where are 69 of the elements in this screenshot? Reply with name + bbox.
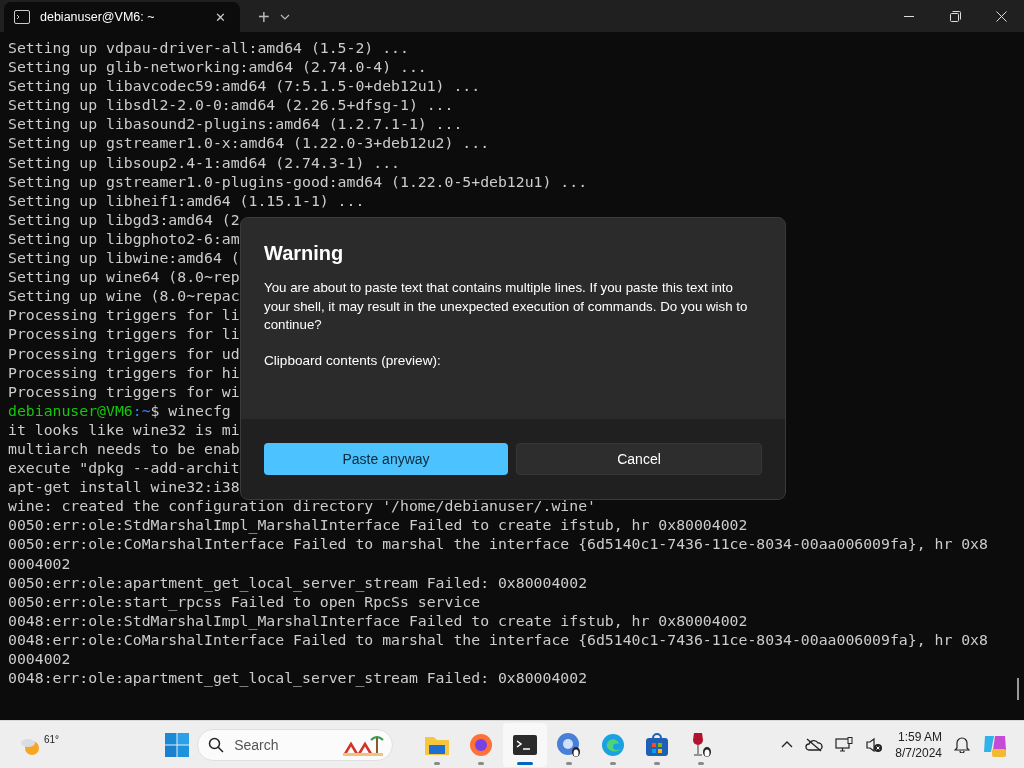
time-text: 1:59 AM <box>897 728 942 745</box>
terminal-line: Setting up wine (8.0~repac <box>8 286 240 306</box>
cloud-off-icon[interactable] <box>805 737 824 752</box>
wine-glass-icon <box>690 731 713 758</box>
scrollbar-thumb[interactable] <box>1017 678 1019 700</box>
terminal-line: 0050:err:ole:CoMarshalInterface Failed to marshal the interface {6d5140c1-7436-11ce-8034-00aa006009fa}, hr 0x8 <box>8 534 988 554</box>
terminal-line: Setting up libsoup2.4-1:amd64 (2.74.3-1) ... <box>8 152 400 172</box>
clock[interactable]: 1:59 AM 8/7/2024 <box>895 728 942 761</box>
search-field[interactable]: Search <box>197 728 394 761</box>
terminal-line: 0050:err:ole:StdMarshalImpl_MarshalInterface Failed to create ifstub, hr 0x80004002 <box>8 515 748 535</box>
close-icon[interactable] <box>995 10 1007 22</box>
terminal-line: 0048:err:ole:CoMarshalInterface Failed to marshal the interface {6d5140c1-7436-11ce-8034-00aa006009fa}, hr 0x8 <box>8 630 988 649</box>
minimize-icon[interactable] <box>904 15 914 17</box>
terminal-icon <box>14 10 30 24</box>
terminal-line: Setting up gstreamer1.0-plugins-good:amd64 (1.22.0-5+deb12u1) ... <box>8 171 588 191</box>
date-text: 8/7/2024 <box>895 744 942 761</box>
browser-fox-icon <box>469 732 494 757</box>
preview-label: Clipboard contents (preview): <box>264 351 442 370</box>
terminal-line: Processing triggers for wi <box>8 381 240 401</box>
terminal-line: Processing triggers for li <box>8 324 240 344</box>
dialog-title: Warning <box>264 244 345 264</box>
terminal-line: Setting up libwine:amd64 ( <box>8 248 240 268</box>
terminal-line: 0004002 <box>8 553 71 573</box>
cancel-button[interactable]: Cancel <box>516 443 762 475</box>
browser-penguin-icon <box>556 731 583 758</box>
taskbar-app-button[interactable] <box>503 722 548 767</box>
terminal-line: Setting up libgd3:amd64 (2 <box>8 209 240 229</box>
dialog-message: You are about to paste text that contains multiple lines. If you paste this text into your shell, it may result in the unexpected execution of commands. Do you wish to continue? <box>264 279 749 335</box>
paste-anyway-button[interactable]: Paste anyway <box>264 443 508 475</box>
chevron-up-icon[interactable] <box>781 741 794 748</box>
beach-chairs-drawing <box>341 733 386 756</box>
tab-title: debianuser@VM6: ~ <box>40 10 156 24</box>
bell-icon[interactable] <box>954 736 970 753</box>
terminal-line: 0050:err:ole:start_rpcss Failed to open RpcSs service <box>8 592 481 611</box>
terminal-line: Processing triggers for hi <box>8 362 240 382</box>
terminal-line: 0050:err:ole:apartment_get_local_server_stream Failed: 0x80004002 <box>8 572 588 592</box>
terminal-line: Processing triggers for li <box>8 305 240 325</box>
close-tab-button[interactable]: ✕ <box>211 9 230 25</box>
terminal-prompt-line: debianuser@VM6:~$ winecfg <box>8 400 231 420</box>
temperature-text: 61° <box>44 733 60 745</box>
search-icon <box>208 736 225 753</box>
store-bag-icon <box>645 732 670 757</box>
terminal-line: Setting up wine64 (8.0~rep <box>8 267 240 287</box>
terminal-line: 0048:err:ole:StdMarshalImpl_MarshalInterface Failed to create ifstub, hr 0x80004002 <box>8 611 748 630</box>
terminal-line: 0004002 <box>8 649 71 669</box>
speaker-muted-icon[interactable] <box>865 736 884 753</box>
restore-icon[interactable] <box>949 10 961 22</box>
terminal-line: execute "dpkg --add-archit <box>8 458 240 478</box>
terminal-line: apt-get install wine32:i38 <box>8 477 240 497</box>
terminal-line: Setting up libsdl2-2.0-0:amd64 (2.26.5+dfsg-1) ... <box>8 95 454 115</box>
chevron-down-icon[interactable] <box>279 14 290 20</box>
browser-wave-icon <box>601 732 626 757</box>
terminal-line: Processing triggers for ud <box>8 343 240 363</box>
network-monitor-icon[interactable] <box>835 736 854 753</box>
windows-logo-icon[interactable] <box>165 732 190 757</box>
terminal-line: it looks like wine32 is mi <box>8 419 240 439</box>
terminal-line: Setting up gstreamer1.0-x:amd64 (1.22.0-3+deb12u2) ... <box>8 133 490 153</box>
terminal-line: Setting up libheif1:amd64 (1.15.1-1) ... <box>8 190 365 210</box>
terminal-line: Setting up libasound2-plugins:amd64 (1.2.7.1-1) ... <box>8 114 463 134</box>
terminal-icon <box>513 734 538 755</box>
terminal-line: wine: created the configuration directory '/home/debianuser/.wine' <box>8 496 596 516</box>
terminal-line: Setting up libavcodec59:amd64 (7:5.1.5-0+deb12u1) ... <box>8 76 481 96</box>
terminal-line: 0048:err:ole:apartment_get_local_server_stream Failed: 0x80004002 <box>8 668 588 688</box>
terminal-line: Setting up vdpau-driver-all:amd64 (1.5-2) ... <box>8 38 409 58</box>
terminal-line: multiarch needs to be enab <box>8 438 240 459</box>
terminal-line: Setting up glib-networking:amd64 (2.74.0-4) ... <box>8 57 427 77</box>
new-tab-button[interactable]: + <box>254 2 274 32</box>
terminal-line: Setting up libgphoto2-6:am <box>8 228 240 249</box>
terminal-tab[interactable]: debianuser@VM6: ~ ✕ <box>4 2 240 32</box>
